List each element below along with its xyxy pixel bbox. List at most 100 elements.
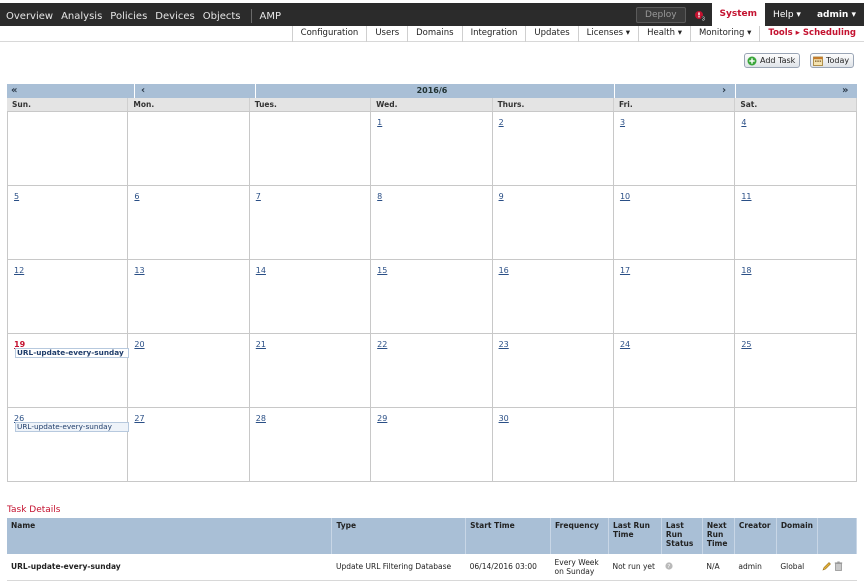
day-number-link[interactable]: 2	[499, 118, 504, 127]
calendar-day-cell[interactable]: 25	[735, 334, 857, 408]
next-month-button[interactable]: ›	[722, 84, 726, 98]
col-last-run-time[interactable]: Last Run Time	[608, 518, 662, 554]
day-number-link[interactable]: 22	[377, 340, 387, 349]
calendar-day-cell[interactable]: 20	[128, 334, 250, 408]
menu-devices[interactable]: Devices	[155, 11, 194, 22]
scheduled-task-entry[interactable]: URL-update-every-sunday	[15, 348, 129, 358]
admin-menu[interactable]: admin ▾	[809, 10, 864, 20]
day-number-link[interactable]: 6	[134, 192, 139, 201]
subnav-tools-scheduling[interactable]: Tools ▸ Scheduling	[759, 26, 864, 42]
system-tab[interactable]: System	[711, 3, 766, 26]
calendar-day-cell[interactable]: 13	[128, 260, 250, 334]
calendar-day-cell[interactable]: 14	[249, 260, 372, 334]
calendar-day-cell[interactable]	[613, 408, 736, 482]
subnav-domains[interactable]: Domains	[407, 26, 461, 42]
day-number-link[interactable]: 30	[499, 414, 509, 423]
calendar-day-cell[interactable]	[249, 112, 372, 186]
menu-amp[interactable]: AMP	[260, 11, 282, 22]
day-number-link[interactable]: 13	[134, 266, 144, 275]
subnav-health[interactable]: Health ▾	[638, 26, 690, 42]
day-number-link[interactable]: 20	[134, 340, 144, 349]
calendar-day-cell[interactable]: 16	[492, 260, 614, 334]
day-number-link[interactable]: 10	[620, 192, 630, 201]
menu-overview[interactable]: Overview	[6, 11, 53, 22]
day-number-link[interactable]: 8	[377, 192, 382, 201]
col-creator[interactable]: Creator	[734, 518, 777, 554]
calendar-day-cell[interactable]: 12	[7, 260, 129, 334]
calendar-day-cell[interactable]: 28	[249, 408, 372, 482]
menu-objects[interactable]: Objects	[203, 11, 241, 22]
day-number-link[interactable]: 24	[620, 340, 630, 349]
day-number-link[interactable]: 7	[256, 192, 261, 201]
subnav-configuration[interactable]: Configuration	[291, 26, 367, 42]
col-start-time[interactable]: Start Time	[465, 518, 552, 554]
add-task-button[interactable]: Add Task	[744, 53, 801, 68]
subnav-monitoring[interactable]: Monitoring ▾	[689, 26, 759, 42]
calendar-day-cell[interactable]: 4	[735, 112, 857, 186]
calendar-day-cell[interactable]: 22	[371, 334, 493, 408]
calendar-day-cell[interactable]: 10	[613, 186, 736, 260]
day-number-link[interactable]: 12	[14, 266, 24, 275]
calendar-day-cell[interactable]: 18	[735, 260, 857, 334]
day-number-link[interactable]: 11	[741, 192, 751, 201]
calendar-day-cell[interactable]: 26 URL-update-every-sunday	[7, 408, 129, 482]
col-domain[interactable]: Domain	[776, 518, 819, 554]
calendar-day-cell[interactable]: 9	[492, 186, 614, 260]
subnav-updates[interactable]: Updates	[525, 26, 577, 42]
col-next-run-time[interactable]: Next Run Time	[702, 518, 735, 554]
subnav-integration[interactable]: Integration	[461, 26, 526, 42]
edit-pencil-icon[interactable]	[821, 561, 834, 573]
col-frequency[interactable]: Frequency	[550, 518, 609, 554]
prev-month-button[interactable]: ‹	[141, 84, 145, 98]
prev-year-button[interactable]: «	[11, 84, 17, 98]
calendar-day-cell[interactable]: 2	[492, 112, 614, 186]
col-type[interactable]: Type	[331, 518, 467, 554]
day-number-link[interactable]: 5	[14, 192, 19, 201]
calendar-day-cell[interactable]: 11	[735, 186, 857, 260]
calendar-day-cell[interactable]: 24	[613, 334, 736, 408]
menu-analysis[interactable]: Analysis	[61, 11, 102, 22]
day-number-link[interactable]: 17	[620, 266, 630, 275]
help-menu[interactable]: Help ▾	[765, 10, 809, 20]
scheduled-task-entry[interactable]: URL-update-every-sunday	[15, 422, 129, 432]
menu-policies[interactable]: Policies	[110, 11, 147, 22]
calendar-day-cell[interactable]: 23	[492, 334, 614, 408]
calendar-day-cell[interactable]: 1	[371, 112, 493, 186]
calendar-day-cell[interactable]: 5	[7, 186, 129, 260]
day-number-link[interactable]: 25	[741, 340, 751, 349]
day-number-link[interactable]: 9	[499, 192, 504, 201]
calendar-day-cell[interactable]	[128, 112, 250, 186]
subnav-licenses[interactable]: Licenses ▾	[577, 26, 638, 42]
calendar-day-cell[interactable]: 27	[128, 408, 250, 482]
day-number-link[interactable]: 28	[256, 414, 266, 423]
calendar-day-cell[interactable]: 7	[249, 186, 372, 260]
calendar-day-cell[interactable]: 3	[613, 112, 736, 186]
calendar-day-cell[interactable]: 19 URL-update-every-sunday	[7, 334, 129, 408]
day-number-link[interactable]: 16	[499, 266, 509, 275]
day-number-link[interactable]: 4	[741, 118, 746, 127]
calendar-day-cell[interactable]: 21	[249, 334, 372, 408]
day-number-link[interactable]: 3	[620, 118, 625, 127]
day-number-link[interactable]: 14	[256, 266, 266, 275]
next-year-button[interactable]: »	[842, 84, 848, 98]
alert-icon[interactable]: 3	[694, 9, 706, 22]
calendar-day-cell[interactable]: 8	[371, 186, 493, 260]
day-number-link[interactable]: 1	[377, 118, 382, 127]
subnav-users[interactable]: Users	[366, 26, 407, 42]
delete-trash-icon[interactable]	[834, 561, 843, 573]
day-number-link[interactable]: 23	[499, 340, 509, 349]
day-number-link[interactable]: 18	[741, 266, 751, 275]
calendar-day-cell[interactable]	[7, 112, 129, 186]
day-number-link[interactable]: 27	[134, 414, 144, 423]
day-number-link[interactable]: 21	[256, 340, 266, 349]
deploy-button[interactable]: Deploy	[636, 6, 686, 23]
day-number-link[interactable]: 29	[377, 414, 387, 423]
calendar-day-cell[interactable]: 15	[371, 260, 493, 334]
calendar-day-cell[interactable]: 17	[613, 260, 736, 334]
day-number-link[interactable]: 15	[377, 266, 387, 275]
col-last-run-status[interactable]: Last Run Status	[661, 518, 703, 554]
calendar-day-cell[interactable]: 29	[371, 408, 493, 482]
calendar-day-cell[interactable]: 6	[128, 186, 250, 260]
col-name[interactable]: Name	[7, 518, 333, 554]
calendar-day-cell[interactable]	[735, 408, 857, 482]
